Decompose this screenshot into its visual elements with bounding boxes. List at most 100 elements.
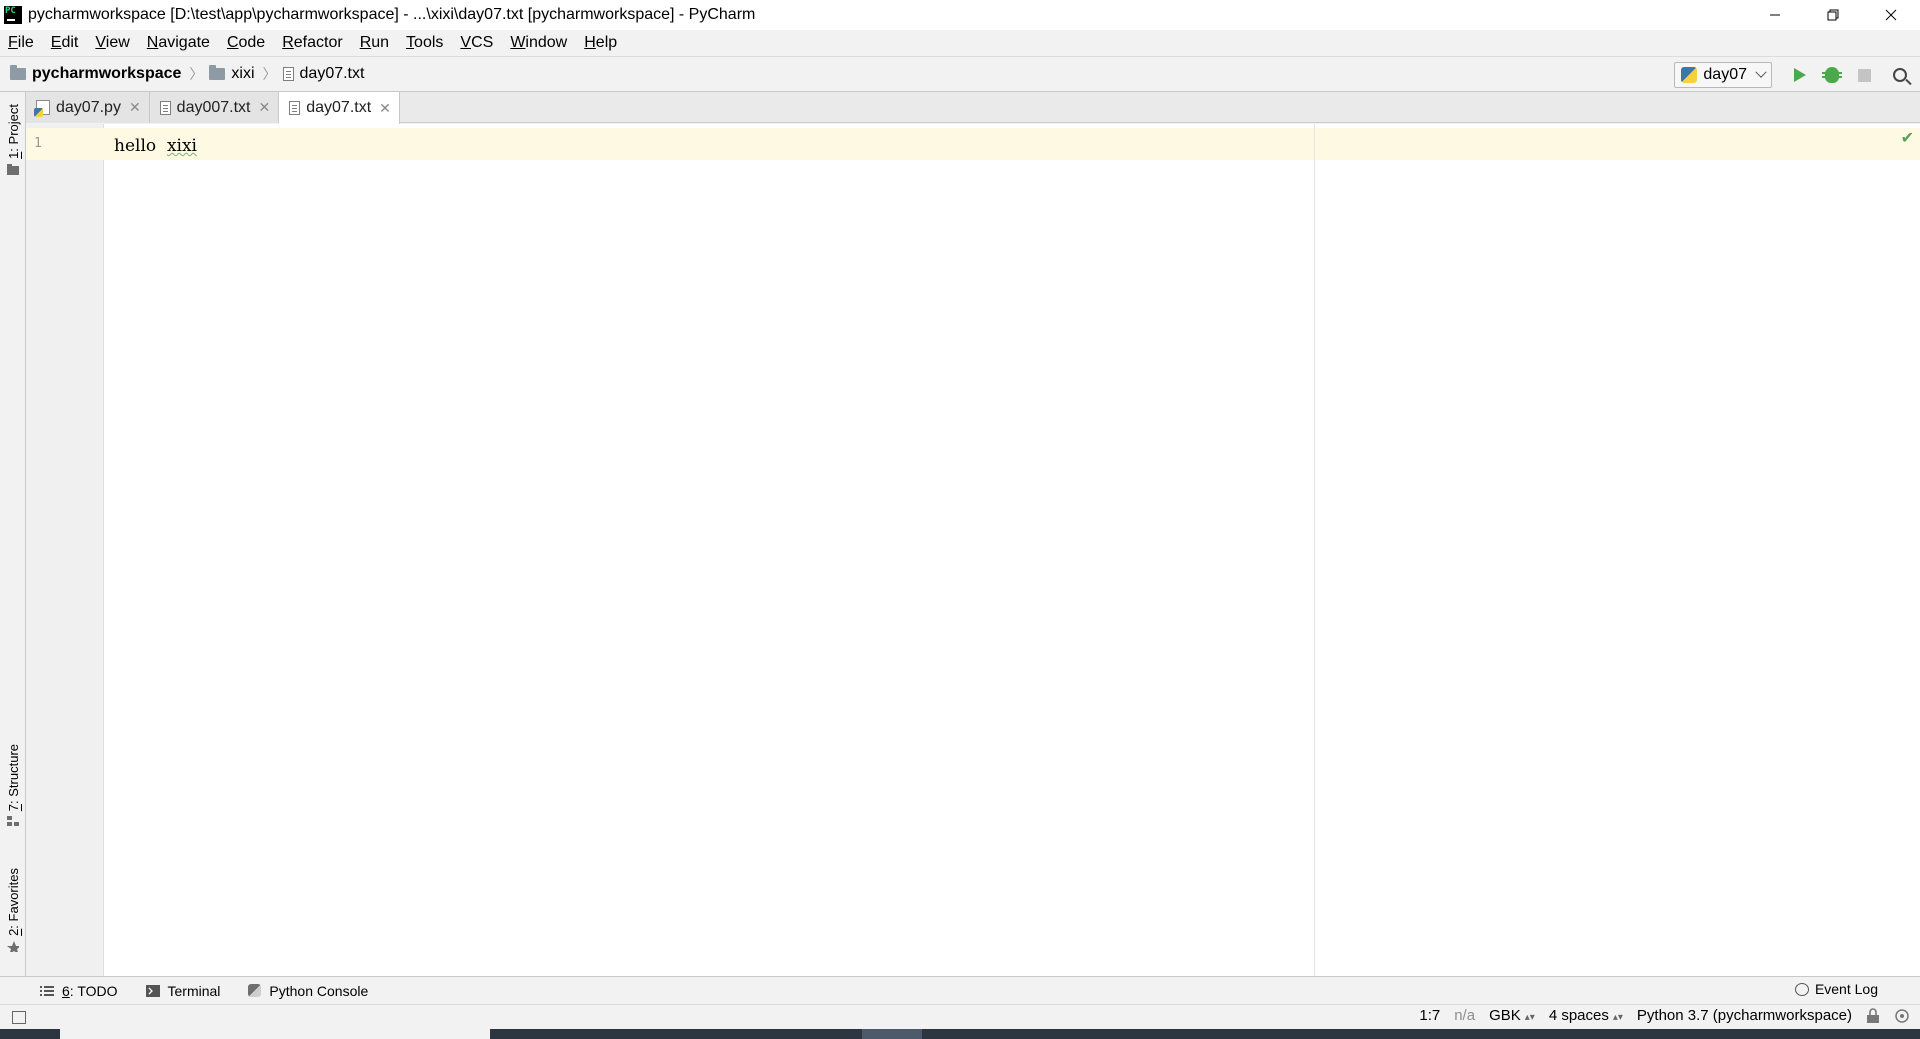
status-bar-widgets: 1:7 n/a GBK ▴▾ 4 spaces ▴▾ Python 3.7 (pyc… xyxy=(1405,1007,1910,1024)
search-icon xyxy=(1893,68,1907,82)
favorites-tool-label: 2: Favorites xyxy=(5,868,21,936)
tab-day07-txt[interactable]: day07.txt ✕ xyxy=(279,92,400,124)
navigation-bar: pycharmworkspace 〉 xixi 〉 day07.txt day0… xyxy=(0,56,1920,92)
tab-day07-py[interactable]: day07.py ✕ xyxy=(26,92,150,123)
editor-gutter[interactable]: 1 xyxy=(26,124,104,976)
encoding-selector[interactable]: GBK ▴▾ xyxy=(1489,1007,1535,1024)
event-log-label: Event Log xyxy=(1814,981,1878,997)
text-file-icon xyxy=(282,67,294,81)
python-console-label: Python Console xyxy=(269,982,369,999)
menu-tools[interactable]: Tools xyxy=(406,34,443,52)
editor-tab-bar: day07.py ✕ day007.txt ✕ day07.txt ✕ xyxy=(26,92,1920,124)
menu-refactor[interactable]: Refactor xyxy=(282,34,342,52)
restore-button[interactable] xyxy=(1804,0,1862,30)
code-line[interactable]: hello xixi xyxy=(114,136,197,156)
menu-navigate[interactable]: Navigate xyxy=(147,34,210,52)
breadcrumb-file-label: day07.txt xyxy=(299,65,365,82)
restore-icon xyxy=(1827,9,1839,21)
terminal-tool-button[interactable]: Terminal xyxy=(145,982,221,999)
bug-icon xyxy=(1822,67,1842,83)
breadcrumb-folder[interactable]: xixi xyxy=(209,65,255,83)
breadcrumb-project[interactable]: pycharmworkspace xyxy=(10,65,181,83)
indent-label: 4 spaces xyxy=(1548,1007,1609,1024)
pycharm-logo-icon: PC xyxy=(4,6,22,24)
menu-view[interactable]: View xyxy=(95,34,129,52)
run-configuration-select[interactable]: day07 xyxy=(1674,62,1772,88)
left-tool-strip: 1: Project 7: Structure 2: Favorites xyxy=(0,92,26,976)
interpreter-label: Python 3.7 (pycharmworkspace) xyxy=(1636,1007,1852,1024)
play-icon xyxy=(1794,68,1806,82)
status-bar: 1:7 n/a GBK ▴▾ 4 spaces ▴▾ Python 3.7 (pyc… xyxy=(0,1004,1920,1029)
breadcrumb-project-label: pycharmworkspace xyxy=(32,65,182,82)
text-file-icon xyxy=(159,100,171,115)
structure-icon xyxy=(7,816,19,827)
python-icon xyxy=(1681,67,1698,83)
chevron-down-icon xyxy=(1755,66,1767,78)
inspection-ok-icon[interactable]: ✔ xyxy=(1901,128,1914,148)
taskbar-segment xyxy=(60,1029,490,1039)
python-console-icon xyxy=(248,984,262,997)
folder-icon xyxy=(209,65,226,80)
menu-code[interactable]: Code xyxy=(227,34,265,52)
menu-window[interactable]: Window xyxy=(510,34,567,52)
terminal-icon xyxy=(145,984,160,997)
menu-vcs[interactable]: VCS xyxy=(460,34,493,52)
indent-selector[interactable]: 4 spaces ▴▾ xyxy=(1549,1007,1623,1024)
line-number: 1 xyxy=(34,136,42,151)
python-console-tool-button[interactable]: Python Console xyxy=(248,983,368,999)
breadcrumb-file[interactable]: day07.txt xyxy=(282,65,365,83)
window-title: pycharmworkspace [D:\test\app\pycharmwor… xyxy=(28,6,756,23)
tab-day007-txt[interactable]: day007.txt ✕ xyxy=(149,92,280,123)
menu-edit[interactable]: Edit xyxy=(51,34,79,52)
code-token: hello xyxy=(114,136,157,156)
project-tool-label: 1: Project xyxy=(5,104,21,159)
minimize-icon xyxy=(1770,14,1780,16)
menu-help[interactable]: Help xyxy=(584,34,617,52)
stop-button[interactable] xyxy=(1848,60,1880,90)
list-icon xyxy=(40,985,54,996)
tab-label: day07.py xyxy=(56,98,121,116)
run-toolbar: day07 xyxy=(1674,57,1920,93)
terminal-label: Terminal xyxy=(167,982,221,999)
run-button[interactable] xyxy=(1784,60,1816,90)
breadcrumb-folder-label: xixi xyxy=(231,65,255,82)
code-editor[interactable]: 1 hello xixi ✔ xyxy=(26,124,1920,976)
breadcrumb-separator-icon: 〉 xyxy=(189,66,204,82)
lock-icon[interactable] xyxy=(1866,1007,1880,1024)
search-everywhere-button[interactable] xyxy=(1884,60,1916,90)
up-down-icon: ▴▾ xyxy=(1524,1012,1535,1023)
tab-label: day07.txt xyxy=(306,99,372,116)
folder-icon xyxy=(7,163,19,175)
title-bar: PC pycharmworkspace [D:\test\app\pycharm… xyxy=(0,0,1920,30)
inspector-icon[interactable] xyxy=(1894,1008,1910,1024)
breadcrumb-separator-icon: 〉 xyxy=(262,66,277,82)
minimize-button[interactable] xyxy=(1746,0,1804,30)
taskbar-segment xyxy=(862,1029,922,1039)
line-separator-status: n/a xyxy=(1454,1007,1476,1024)
menu-file[interactable]: File xyxy=(8,34,34,52)
menu-run[interactable]: Run xyxy=(360,34,389,52)
os-taskbar xyxy=(0,1029,1920,1039)
close-button[interactable] xyxy=(1862,0,1920,30)
stop-icon xyxy=(1857,68,1871,82)
close-tab-icon[interactable]: ✕ xyxy=(129,99,141,116)
window-controls xyxy=(1746,0,1920,30)
interpreter-selector[interactable]: Python 3.7 (pycharmworkspace) xyxy=(1637,1007,1852,1024)
tool-windows-toggle-icon[interactable] xyxy=(12,1011,26,1024)
project-tool-tab[interactable]: 1: Project xyxy=(3,104,23,175)
close-icon xyxy=(1885,9,1897,21)
event-log-button[interactable]: Event Log xyxy=(1794,981,1878,997)
favorites-tool-tab[interactable]: 2: Favorites xyxy=(3,868,23,952)
close-tab-icon[interactable]: ✕ xyxy=(259,99,271,116)
todo-tool-button[interactable]: 6: TODO xyxy=(40,983,118,999)
structure-tool-tab[interactable]: 7: Structure xyxy=(3,744,23,827)
caret-position[interactable]: 1:7 xyxy=(1419,1007,1440,1024)
right-margin-guide xyxy=(1314,124,1315,976)
code-token-typo: xixi xyxy=(166,136,197,156)
tab-label: day007.txt xyxy=(176,98,251,116)
close-tab-icon[interactable]: ✕ xyxy=(379,100,391,117)
run-configuration-label: day07 xyxy=(1703,66,1747,83)
debug-button[interactable] xyxy=(1816,60,1848,90)
up-down-icon: ▴▾ xyxy=(1612,1012,1623,1023)
star-icon xyxy=(7,940,19,952)
